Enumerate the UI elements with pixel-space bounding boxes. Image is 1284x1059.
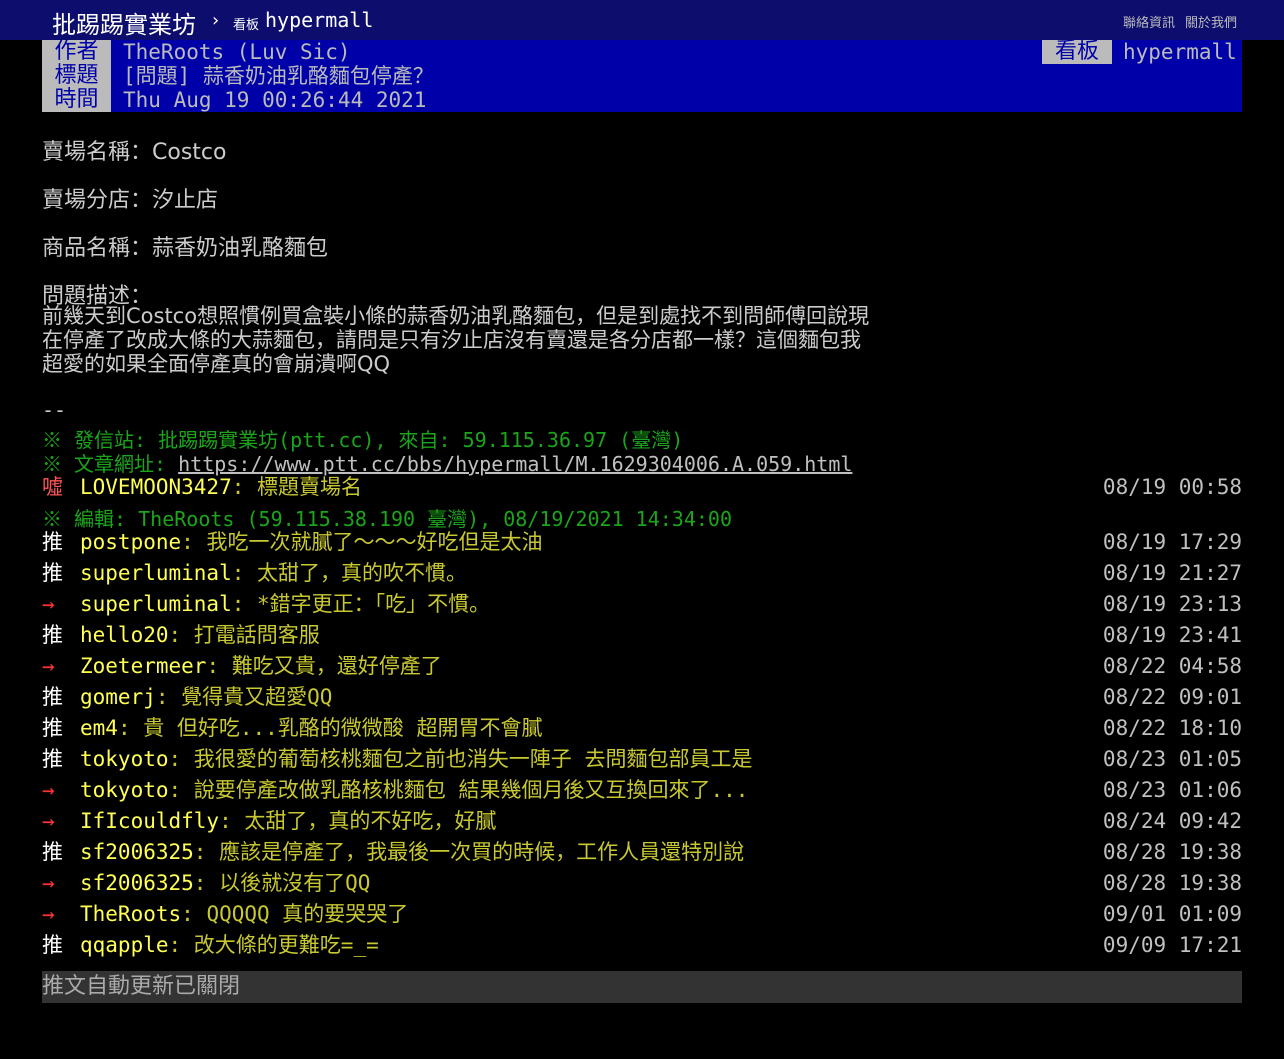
push-time: 09/01 01:09	[1102, 902, 1242, 926]
push-user: sf2006325: 以後就沒有了QQ	[80, 871, 371, 895]
push-user: em4: 貴 但好吃...乳酪的微微酸 超開胃不會膩	[80, 716, 543, 740]
title-label: 標題	[42, 64, 111, 88]
auto-update-status: 推文自動更新已關閉	[42, 971, 1242, 1003]
push-time: 08/19 17:29	[1102, 530, 1242, 554]
push-user: hello20: 打電話問客服	[80, 623, 320, 647]
author-value: TheRoots (Luv Sic)	[123, 40, 351, 64]
push-tag: 推	[42, 933, 63, 957]
push-tag: →	[42, 871, 55, 895]
push-content: : 貴 但好吃...乳酪的微微酸 超開胃不會膩	[117, 716, 543, 740]
push-user: LOVEMOON3427: 標題賣場名	[80, 475, 363, 499]
push-content: : 標題賣場名	[231, 475, 363, 499]
product-line: 商品名稱：蒜香奶油乳酪麵包	[42, 236, 329, 261]
push-user: IfIcouldfly: 太甜了，真的不好吃，好膩	[80, 809, 497, 833]
push-tag: 噓	[42, 475, 63, 499]
description-line: 超愛的如果全面停產真的會崩潰啊QQ	[42, 352, 391, 376]
push-row: → TheRoots: QQQQQ 真的要哭哭了 09/01 01:09	[42, 899, 1242, 929]
push-content: : 改大條的更難吃=_=	[168, 933, 379, 957]
push-user: qqapple: 改大條的更難吃=_=	[80, 933, 379, 957]
push-row: 推 gomerj: 覺得貴又超愛QQ 08/22 09:01	[42, 682, 1242, 712]
breadcrumb-board-label: 看板	[233, 18, 260, 33]
push-content: : 難吃又貴，還好停產了	[206, 654, 442, 678]
description-line: 前幾天到Costco想照慣例買盒裝小條的蒜香奶油乳酪麵包，但是到處找不到問師傅回…	[42, 304, 870, 328]
push-row: → IfIcouldfly: 太甜了，真的不好吃，好膩 08/24 09:42	[42, 806, 1242, 836]
article-header: 作者 TheRoots (Luv Sic) 看板 hypermall 標題 [問…	[42, 40, 1242, 112]
push-user: superluminal: 太甜了，真的吹不慣。	[80, 561, 468, 585]
push-tag: →	[42, 902, 55, 926]
contact-link[interactable]: 聯絡資訊	[1123, 12, 1175, 31]
edit-note: ※ 編輯: TheRoots (59.115.38.190 臺灣), 08/19…	[42, 507, 733, 531]
push-tag: →	[42, 654, 55, 678]
push-time: 08/28 19:38	[1102, 840, 1242, 864]
breadcrumb-board-link[interactable]: hypermall	[265, 8, 373, 32]
push-content: : 打電話問客服	[168, 623, 320, 647]
push-content: : 我吃一次就膩了～～～好吃但是太油	[181, 530, 543, 554]
push-tag: 推	[42, 561, 63, 585]
push-tag: 推	[42, 623, 63, 647]
push-content: : 說要停產改做乳酪核桃麵包 結果幾個月後又互換回來了...	[168, 778, 749, 802]
top-navigation-bar: 批踢踢實業坊 › 看板 hypermall 聯絡資訊 關於我們	[0, 0, 1284, 40]
push-time: 08/19 23:41	[1102, 623, 1242, 647]
site-title-link[interactable]: 批踢踢實業坊	[52, 5, 196, 40]
board-value: hypermall	[1123, 40, 1237, 64]
time-label: 時間	[42, 88, 111, 112]
author-label: 作者	[42, 40, 111, 64]
push-user: superluminal: *錯字更正：「吃」不慣。	[80, 592, 491, 616]
push-content: : 應該是停產了，我最後一次買的時候，工作人員還特別說	[193, 840, 745, 864]
push-content: : *錯字更正：「吃」不慣。	[231, 592, 491, 616]
push-row: → sf2006325: 以後就沒有了QQ 08/28 19:38	[42, 868, 1242, 898]
push-time: 08/22 04:58	[1102, 654, 1242, 678]
push-row: 推 qqapple: 改大條的更難吃=_= 09/09 17:21	[42, 930, 1242, 960]
push-time: 09/09 17:21	[1102, 933, 1242, 957]
push-tag: 推	[42, 716, 63, 740]
branch-line: 賣場分店：汐止店	[42, 188, 219, 213]
push-content: : 太甜了，真的不好吃，好膩	[219, 809, 497, 833]
push-row: → superluminal: *錯字更正：「吃」不慣。 08/19 23:13	[42, 589, 1242, 619]
push-tag: →	[42, 778, 55, 802]
time-value: Thu Aug 19 00:26:44 2021	[123, 88, 427, 112]
about-link[interactable]: 關於我們	[1185, 12, 1237, 31]
board-label: 看板	[1042, 40, 1112, 64]
push-time: 08/22 18:10	[1102, 716, 1242, 740]
push-row: → tokyoto: 說要停產改做乳酪核桃麵包 結果幾個月後又互換回來了... 08…	[42, 775, 1242, 805]
push-user: tokyoto: 說要停產改做乳酪核桃麵包 結果幾個月後又互換回來了...	[80, 778, 749, 802]
push-row: 噓 LOVEMOON3427: 標題賣場名 08/19 00:58	[42, 472, 1242, 502]
push-row: → Zoetermeer: 難吃又貴，還好停產了 08/22 04:58	[42, 651, 1242, 681]
push-content: : QQQQQ 真的要哭哭了	[181, 902, 409, 926]
push-user: Zoetermeer: 難吃又貴，還好停產了	[80, 654, 442, 678]
push-time: 08/22 09:01	[1102, 685, 1242, 709]
push-row: 推 superluminal: 太甜了，真的吹不慣。 08/19 21:27	[42, 558, 1242, 588]
push-content: : 我很愛的葡萄核桃麵包之前也消失一陣子 去問麵包部員工是	[168, 747, 753, 771]
push-user: sf2006325: 應該是停產了，我最後一次買的時候，工作人員還特別說	[80, 840, 745, 864]
push-tag: →	[42, 809, 55, 833]
push-user: tokyoto: 我很愛的葡萄核桃麵包之前也消失一陣子 去問麵包部員工是	[80, 747, 753, 771]
push-time: 08/19 21:27	[1102, 561, 1242, 585]
push-time: 08/19 00:58	[1102, 475, 1242, 499]
push-user: gomerj: 覺得貴又超愛QQ	[80, 685, 333, 709]
push-tag: →	[42, 592, 55, 616]
signature-separator: --	[42, 398, 67, 422]
push-content: : 覺得貴又超愛QQ	[155, 685, 333, 709]
push-row: 推 hello20: 打電話問客服 08/19 23:41	[42, 620, 1242, 650]
push-time: 08/24 09:42	[1102, 809, 1242, 833]
push-row: 推 tokyoto: 我很愛的葡萄核桃麵包之前也消失一陣子 去問麵包部員工是 08/…	[42, 744, 1242, 774]
title-value: [問題] 蒜香奶油乳酪麵包停產？	[123, 64, 434, 88]
push-user: TheRoots: QQQQQ 真的要哭哭了	[80, 902, 409, 926]
push-tag: 推	[42, 840, 63, 864]
push-time: 08/28 19:38	[1102, 871, 1242, 895]
description-line: 在停產了改成大條的大蒜麵包，請問是只有汐止店沒有賣還是各分店都一樣？這個麵包我	[42, 328, 861, 352]
push-row: 推 sf2006325: 應該是停產了，我最後一次買的時候，工作人員還特別說 08/…	[42, 837, 1242, 867]
push-time: 08/19 23:13	[1102, 592, 1242, 616]
push-time: 08/23 01:06	[1102, 778, 1242, 802]
push-tag: 推	[42, 747, 63, 771]
push-content: : 以後就沒有了QQ	[193, 871, 371, 895]
push-time: 08/23 01:05	[1102, 747, 1242, 771]
push-row: 推 em4: 貴 但好吃...乳酪的微微酸 超開胃不會膩 08/22 18:10	[42, 713, 1242, 743]
push-tag: 推	[42, 685, 63, 709]
store-name-line: 賣場名稱：Costco	[42, 140, 227, 165]
push-content: : 太甜了，真的吹不慣。	[231, 561, 468, 585]
breadcrumb-separator: ›	[210, 10, 221, 31]
